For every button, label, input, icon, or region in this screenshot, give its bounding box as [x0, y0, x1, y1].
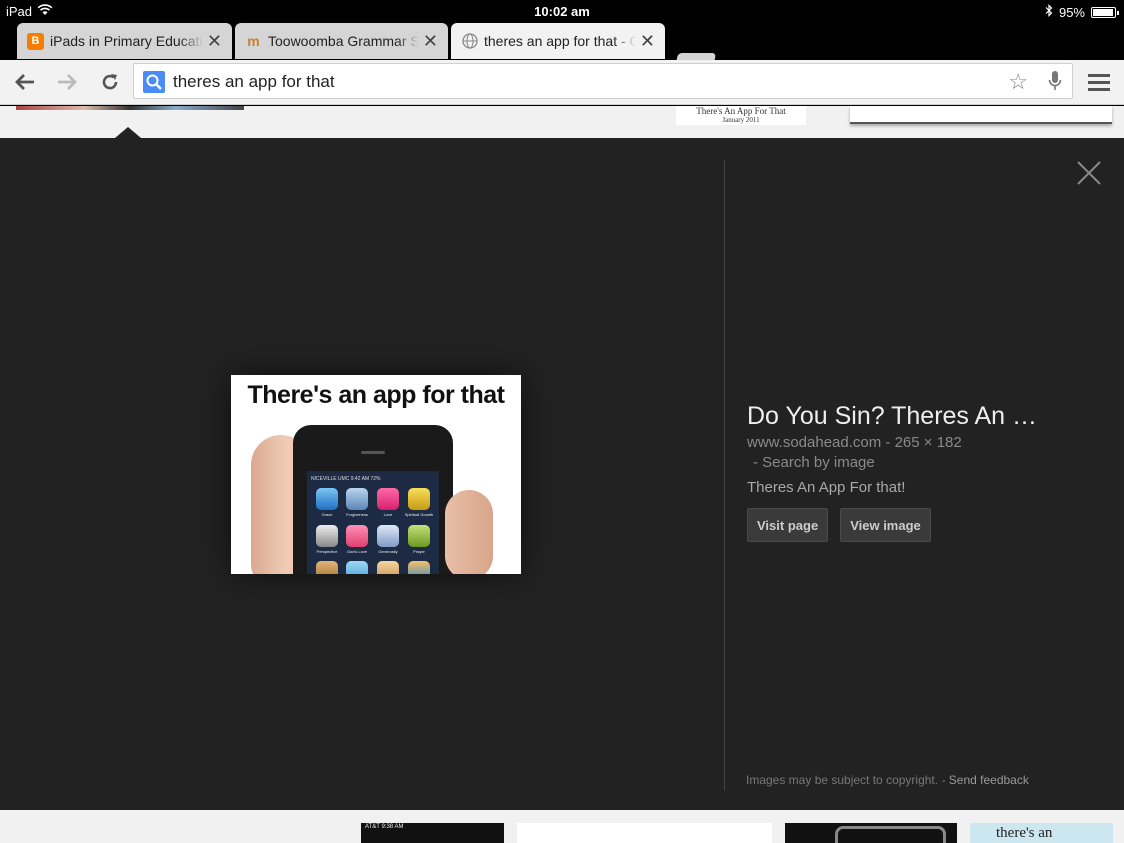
preview-image[interactable]: There's an app for that NICEVILLE UMC 9:… — [231, 375, 521, 574]
forward-arrow-icon — [58, 74, 77, 90]
app-label: Grace — [321, 512, 333, 517]
thumbnail-text: there's an — [996, 825, 1053, 841]
result-description: Theres An App For that! — [747, 479, 906, 496]
app-icon — [316, 561, 338, 574]
menu-icon[interactable] — [1088, 74, 1110, 95]
thumbnail-status-text: AT&T 9:38 AM — [365, 824, 404, 830]
view-image-button[interactable]: View image — [840, 508, 931, 542]
reload-button[interactable] — [95, 69, 125, 95]
visit-page-button[interactable]: Visit page — [747, 508, 829, 542]
meta-separator: - — [753, 454, 763, 471]
app-label: Forgiveness — [346, 512, 368, 517]
app-icon — [408, 561, 430, 574]
image-thumbnail[interactable]: There's An App For That January 2011 — [676, 106, 806, 125]
tab-ipads-primary-education[interactable]: B iPads in Primary Education ✕ — [17, 23, 232, 59]
meta-separator: - — [885, 434, 895, 451]
omnibox-query[interactable]: theres an app for that — [173, 72, 335, 92]
battery-percent: 95% — [1058, 4, 1085, 20]
app-icon — [377, 525, 399, 547]
app-icon — [346, 561, 368, 574]
app-label: Spiritual Growth — [404, 512, 434, 517]
back-arrow-icon — [15, 74, 34, 90]
app-icon — [377, 488, 399, 510]
image-text: There's an app for that — [247, 381, 505, 409]
thumbnail-caption-date: January 2011 — [722, 116, 760, 124]
result-domain[interactable]: www.sodahead.com — [747, 434, 881, 451]
status-bar: iPad 10:02 am 95% — [0, 0, 1124, 22]
bookmark-star-icon[interactable]: ☆ — [1008, 69, 1028, 95]
image-thumbnail[interactable] — [850, 106, 1112, 124]
app-icon — [316, 525, 338, 547]
image-thumbnail[interactable] — [517, 823, 772, 843]
app-icon — [377, 561, 399, 574]
moodle-icon: m — [247, 33, 260, 49]
close-tab-icon[interactable]: ✕ — [423, 31, 438, 52]
close-tab-icon[interactable]: ✕ — [640, 31, 655, 52]
image-dimensions: 265 × 182 — [894, 434, 962, 451]
phone-screen — [307, 471, 439, 574]
tab-title: iPads in Primary Education — [50, 33, 203, 49]
blogger-icon: B — [27, 32, 44, 50]
selected-thumbnail-pointer — [115, 127, 141, 138]
phone-status-text: NICEVILLE UMC 9:42 AM 72% — [311, 476, 381, 482]
microphone-icon[interactable] — [1048, 70, 1062, 97]
search-by-image-row: - Search by image — [747, 453, 1077, 473]
meta-separator: - — [941, 773, 949, 787]
copyright-note: Images may be subject to copyright. — [746, 773, 939, 787]
screen: iPad 10:02 am 95% B iPads in Primary Edu… — [0, 0, 1124, 843]
image-thumbnail[interactable]: AT&T 9:38 AM — [361, 823, 504, 843]
panel-divider — [724, 160, 725, 790]
clock: 10:02 am — [534, 4, 590, 19]
tab-google-search[interactable]: theres an app for that - Google ✕ — [451, 23, 665, 59]
close-preview-icon[interactable] — [1076, 160, 1102, 186]
app-label: Love — [383, 512, 393, 517]
app-label: Prayer — [413, 549, 425, 554]
battery-icon — [1091, 6, 1119, 18]
toolbar: theres an app for that ☆ — [0, 60, 1124, 105]
result-title[interactable]: Do You Sin? Theres An … — [747, 402, 1077, 431]
app-icon — [346, 488, 368, 510]
send-feedback-link[interactable]: Send feedback — [949, 773, 1029, 787]
app-label: Generosity — [378, 549, 398, 554]
app-icon — [346, 525, 368, 547]
globe-icon — [461, 33, 478, 50]
image-thumbnail[interactable] — [785, 823, 957, 843]
image-thumbnail[interactable]: there's an — [970, 823, 1113, 843]
tab-toowoomba-grammar[interactable]: m Toowoomba Grammar School ✕ — [235, 23, 448, 59]
image-results-row-bottom: AT&T 9:38 AM there's an — [0, 810, 1124, 843]
app-icon — [408, 525, 430, 547]
app-label: Perspective — [316, 549, 338, 554]
copyright-footer: Images may be subject to copyright. - Se… — [746, 773, 1029, 787]
app-icon — [316, 488, 338, 510]
forward-button[interactable] — [52, 69, 82, 95]
reload-icon — [102, 74, 118, 90]
tab-strip: B iPads in Primary Education ✕ m Toowoom… — [0, 22, 1124, 73]
back-button[interactable] — [10, 69, 40, 95]
omnibox[interactable]: theres an app for that ☆ — [133, 63, 1073, 99]
battery-level — [1093, 8, 1113, 16]
tab-title: Toowoomba Grammar School — [268, 33, 419, 49]
close-tab-icon[interactable]: ✕ — [207, 31, 222, 52]
app-icon — [408, 488, 430, 510]
search-by-image-link[interactable]: Search by image — [762, 454, 875, 471]
tab-title: theres an app for that - Google — [484, 33, 636, 49]
result-meta: www.sodahead.com - 265 × 182 — [747, 433, 1077, 453]
image-preview-panel: There's an app for that NICEVILLE UMC 9:… — [0, 138, 1124, 810]
hand-fingers — [445, 490, 493, 574]
app-label: God's Love — [346, 549, 368, 554]
thumbnail-caption-title: There's An App For That — [696, 106, 786, 116]
image-thumbnail[interactable] — [16, 106, 244, 110]
search-icon — [143, 71, 165, 93]
image-info: Do You Sin? Theres An … www.sodahead.com… — [747, 402, 1077, 542]
image-results-row-top: There's An App For That January 2011 — [0, 106, 1124, 138]
bluetooth-icon — [1045, 4, 1053, 20]
